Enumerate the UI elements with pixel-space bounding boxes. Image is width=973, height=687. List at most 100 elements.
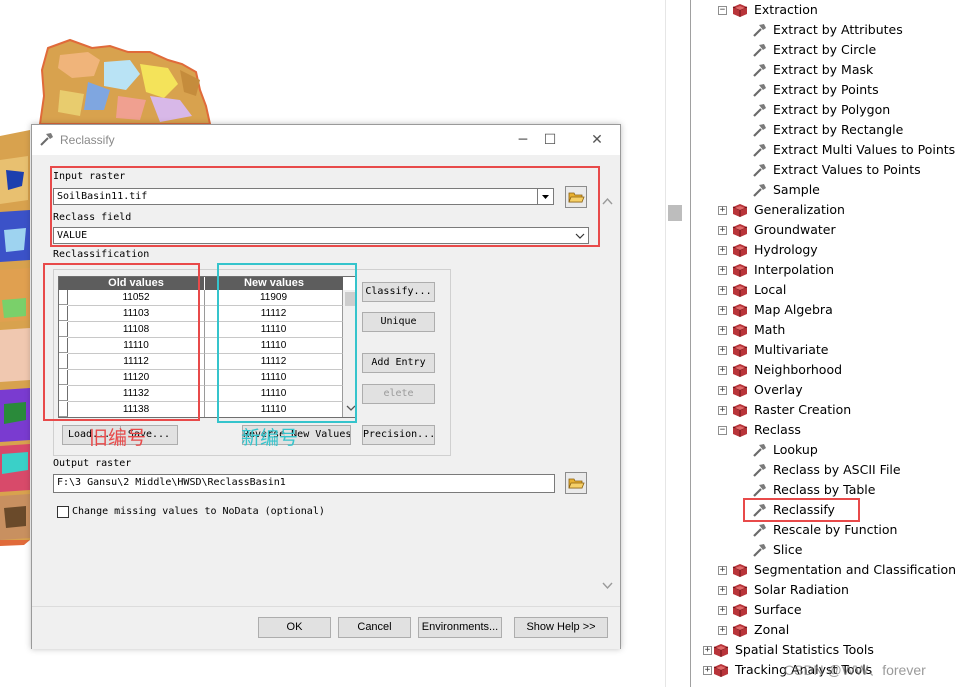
dialog-scrollbar[interactable] (599, 191, 616, 631)
tree-toolbox-item[interactable]: + Groundwater (691, 220, 973, 240)
tree-toolbox-item[interactable]: + Zonal (691, 620, 973, 640)
tree-tool-item[interactable]: Extract by Circle (691, 40, 973, 60)
new-id-annotation: 新编号 (241, 427, 299, 449)
expand-icon[interactable]: + (718, 566, 727, 575)
collapse-icon[interactable]: − (718, 426, 727, 435)
tree-tool-item[interactable]: Lookup (691, 440, 973, 460)
toolbox-tree[interactable]: − Extraction Extract by Attributes Extract … (691, 0, 973, 687)
tree-tool-item[interactable]: Extract by Polygon (691, 100, 973, 120)
collapse-icon[interactable]: − (718, 6, 727, 15)
tree-toolbox-item[interactable]: − Reclass (691, 420, 973, 440)
tree-item-label: Reclass (754, 422, 801, 437)
chevron-up-icon[interactable] (602, 197, 613, 206)
tree-toolbox-item[interactable]: + Overlay (691, 380, 973, 400)
tree-item-label: Generalization (754, 202, 845, 217)
hammer-icon (753, 164, 766, 177)
expand-icon[interactable]: + (718, 406, 727, 415)
expand-icon[interactable]: + (718, 246, 727, 255)
tree-item-label: Reclass by Table (773, 482, 876, 497)
ok-button[interactable]: OK (258, 617, 331, 638)
expand-icon[interactable]: + (703, 666, 712, 675)
tree-item-label: Reclass by ASCII File (773, 462, 901, 477)
tree-toolbox-item[interactable]: + Map Algebra (691, 300, 973, 320)
dialog-content: Input raster SoilBasin11.tif Reclass fie… (34, 157, 618, 631)
tree-item-label: Sample (773, 182, 820, 197)
close-button[interactable]: ✕ (584, 130, 610, 150)
expand-icon[interactable]: + (718, 326, 727, 335)
output-browse-button[interactable] (565, 472, 587, 494)
expand-icon[interactable]: + (718, 226, 727, 235)
tree-tool-item[interactable]: Sample (691, 180, 973, 200)
toolbox-icon (732, 364, 748, 377)
tree-tool-item[interactable]: Extract by Mask (691, 60, 973, 80)
tree-toolbox-item[interactable]: + Surface (691, 600, 973, 620)
tree-tool-item[interactable]: Extract Values to Points (691, 160, 973, 180)
tree-toolbox-item[interactable]: + Interpolation (691, 260, 973, 280)
toolbox-icon (732, 344, 748, 357)
environments-button[interactable]: Environments... (418, 617, 502, 638)
tree-toolbox-item[interactable]: + Neighborhood (691, 360, 973, 380)
precision-button[interactable]: Precision... (362, 425, 435, 445)
nodata-checkbox[interactable] (57, 506, 69, 518)
cancel-button[interactable]: Cancel (338, 617, 411, 638)
tree-item-label: Extract by Points (773, 82, 879, 97)
tree-toolbox-item[interactable]: + Segmentation and Classification (691, 560, 973, 580)
expand-icon[interactable]: + (718, 206, 727, 215)
tree-toolbox-item[interactable]: + Hydrology (691, 240, 973, 260)
hammer-icon (753, 524, 766, 537)
delete-entries-button[interactable]: elete Entrie (362, 384, 435, 404)
tree-tool-item[interactable]: Extract Multi Values to Points (691, 140, 973, 160)
tree-tool-item[interactable]: Slice (691, 540, 973, 560)
expand-icon[interactable]: + (718, 606, 727, 615)
expand-icon[interactable]: + (718, 266, 727, 275)
tree-item-label: Slice (773, 542, 803, 557)
tree-item-label: Surface (754, 602, 802, 617)
tree-tool-item[interactable]: Reclass by ASCII File (691, 460, 973, 480)
maximize-button[interactable]: ☐ (537, 130, 563, 150)
tree-tool-item[interactable]: Reclassify (691, 498, 973, 522)
tree-toolbox-item[interactable]: + Raster Creation (691, 400, 973, 420)
tree-toolbox-item[interactable]: + Local (691, 280, 973, 300)
dialog-titlebar[interactable]: Reclassify ─ ☐ ✕ (32, 125, 620, 155)
expand-icon[interactable]: + (718, 386, 727, 395)
expand-icon[interactable]: + (718, 366, 727, 375)
folder-open-icon (568, 478, 585, 489)
minimize-button[interactable]: ─ (510, 130, 536, 150)
hammer-icon (753, 84, 766, 97)
tree-tool-item[interactable]: Rescale by Function (691, 520, 973, 540)
tree-toolbox-item[interactable]: + Math (691, 320, 973, 340)
hammer-icon (40, 133, 53, 146)
tree-tool-item[interactable]: Extract by Points (691, 80, 973, 100)
tree-item-label: Extract by Mask (773, 62, 874, 77)
toolbox-icon (713, 664, 729, 677)
output-raster-field[interactable]: F:\3 Gansu\2 Middle\HWSD\ReclassBasin1 (53, 474, 555, 493)
tree-tool-item[interactable]: Extract by Attributes (691, 20, 973, 40)
tree-toolbox-item[interactable]: − Extraction (691, 0, 973, 20)
tree-tool-item[interactable]: Extract by Rectangle (691, 120, 973, 140)
expand-icon[interactable]: + (718, 286, 727, 295)
expand-icon[interactable]: + (718, 306, 727, 315)
dialog-footer: OK Cancel Environments... Show Help >> (32, 606, 620, 649)
chevron-down-icon[interactable] (602, 581, 613, 590)
tree-toolbox-item[interactable]: + Generalization (691, 200, 973, 220)
show-help-button[interactable]: Show Help >> (514, 617, 608, 638)
expand-icon[interactable]: + (718, 346, 727, 355)
hammer-icon (753, 464, 766, 477)
tree-item-label: Extract Values to Points (773, 162, 921, 177)
toolbox-icon (732, 624, 748, 637)
tree-toolbox-item[interactable]: + Multivariate (691, 340, 973, 360)
expand-icon[interactable]: + (718, 586, 727, 595)
old-values-highlight-box (43, 263, 200, 421)
tree-toolbox-item[interactable]: + Spatial Statistics Tools (691, 640, 973, 660)
classify-button[interactable]: Classify... (362, 282, 435, 302)
add-entry-button[interactable]: Add Entry (362, 353, 435, 373)
hammer-icon (753, 124, 766, 137)
expand-icon[interactable]: + (703, 646, 712, 655)
panel-scroll-thumb[interactable] (668, 205, 682, 221)
unique-button[interactable]: Unique (362, 312, 435, 332)
tree-toolbox-item[interactable]: + Solar Radiation (691, 580, 973, 600)
hammer-icon (753, 544, 766, 557)
tree-tool-item[interactable]: Reclass by Table (691, 480, 973, 500)
expand-icon[interactable]: + (718, 626, 727, 635)
toolbox-icon (732, 384, 748, 397)
